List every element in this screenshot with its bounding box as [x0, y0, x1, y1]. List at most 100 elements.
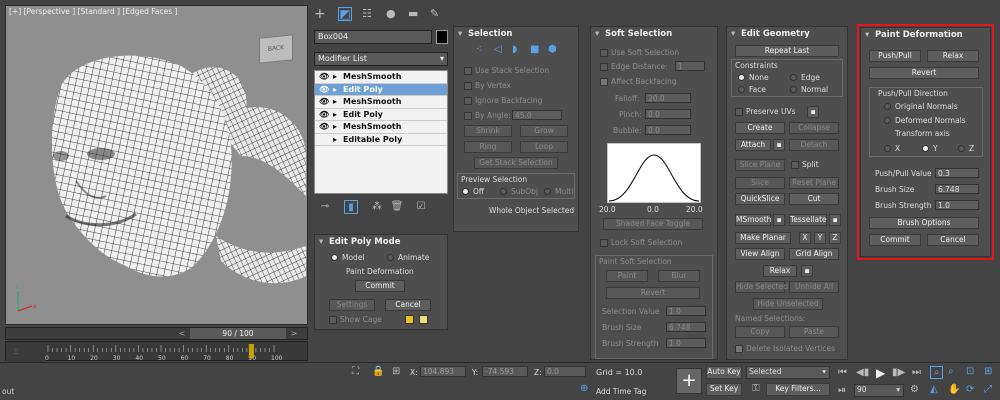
key-icon[interactable]: ⚿ — [752, 383, 760, 394]
edge-icon[interactable]: ◁ — [494, 44, 502, 55]
edit-poly-mode-title[interactable]: Edit Poly Mode — [315, 235, 447, 249]
expand-arrow-icon[interactable]: ▸ — [333, 121, 343, 133]
zoom-icon[interactable]: ⌕ — [930, 366, 943, 379]
time-cursor[interactable] — [248, 344, 254, 358]
by-angle-spinner[interactable]: 45.0 — [512, 110, 562, 120]
go-to-start-icon[interactable]: ⏮ — [838, 367, 847, 378]
relax-paint-button[interactable]: Relax — [927, 50, 979, 62]
push-pull-button[interactable]: Push/Pull — [869, 50, 921, 62]
absolute-mode-icon[interactable]: ⊞ — [392, 366, 400, 377]
element-icon[interactable]: ⬢ — [548, 44, 557, 55]
prev-frame-icon[interactable]: < — [176, 328, 188, 339]
modifier-stack-item[interactable]: 👁 ▸ Edit Poly — [315, 109, 447, 121]
create-icon[interactable]: + — [314, 6, 326, 22]
relax-geometry-button[interactable]: Relax — [763, 265, 797, 277]
collapse-button[interactable]: Collapse — [789, 122, 839, 134]
lock-soft-selection-checkbox[interactable] — [600, 239, 608, 247]
maximize-viewport-icon[interactable]: ⤢ — [984, 384, 992, 395]
eye-icon[interactable]: 👁 — [319, 96, 333, 108]
border-icon[interactable]: ◗ — [512, 44, 517, 55]
trackbar[interactable]: ⫶⫶ 0 10 20 30 40 50 60 70 80 90 100 — [5, 341, 308, 362]
affect-backfacing-checkbox[interactable] — [600, 78, 608, 86]
z-coord-field[interactable]: 0.0 — [544, 366, 586, 377]
edit-geometry-title[interactable]: Edit Geometry — [727, 27, 847, 41]
constraint-normal-radio[interactable] — [790, 86, 797, 93]
soft-brush-size-spinner[interactable]: 6.748 — [666, 322, 706, 332]
planar-z-button[interactable]: Z — [829, 232, 841, 244]
x-coord-field[interactable]: 104.893 — [420, 366, 466, 377]
brush-options-button[interactable]: Brush Options — [869, 217, 979, 229]
preserve-uvs-settings-icon[interactable]: ▪ — [807, 106, 819, 118]
polygon-icon[interactable]: ■ — [530, 44, 539, 55]
use-stack-selection-checkbox[interactable] — [464, 67, 472, 75]
unhide-all-button[interactable]: Unhide All — [789, 281, 839, 293]
edge-distance-spinner[interactable]: 1 — [675, 61, 705, 71]
expand-arrow-icon[interactable]: ▸ — [333, 109, 343, 121]
preview-subobj-radio[interactable] — [500, 188, 507, 195]
revert-paint-button[interactable]: Revert — [869, 67, 979, 79]
set-key-button[interactable]: Set Key — [706, 383, 742, 396]
configure-sets-icon[interactable]: ☑ — [414, 200, 428, 214]
pan-view-icon[interactable]: ✋ — [948, 384, 960, 395]
hide-unselected-button[interactable]: Hide Unselected — [753, 298, 823, 310]
falloff-spinner[interactable]: 20.0 — [645, 93, 691, 103]
cancel-paint-button[interactable]: Cancel — [927, 234, 979, 246]
preview-multi-radio[interactable] — [544, 188, 551, 195]
cage-color-swatch-1[interactable] — [405, 315, 414, 324]
bubble-spinner[interactable]: 0.0 — [645, 125, 691, 135]
paint-brush-size-spinner[interactable]: 6.748 — [935, 184, 979, 194]
tessellate-button[interactable]: Tessellate — [789, 214, 827, 226]
loop-button[interactable]: Loop — [520, 141, 568, 153]
slice-button[interactable]: Slice — [735, 177, 785, 189]
selection-value-spinner[interactable]: 1.0 — [666, 306, 706, 316]
hierarchy-icon[interactable]: ☷ — [362, 7, 372, 20]
modifier-stack-item[interactable]: 👁 ▸ MeshSmooth — [315, 121, 447, 134]
next-frame-icon[interactable]: > — [288, 328, 300, 339]
utilities-icon[interactable]: ✎ — [430, 7, 439, 20]
show-end-result-icon[interactable]: ▮ — [344, 200, 358, 214]
eye-icon[interactable]: 👁 — [319, 109, 333, 121]
attach-settings-icon[interactable]: ▪ — [773, 139, 785, 151]
key-mode-toggle-icon[interactable]: ⏯ — [838, 385, 846, 396]
preserve-uvs-checkbox[interactable] — [735, 108, 743, 116]
expand-arrow-icon[interactable]: ▸ — [333, 84, 343, 96]
attach-button[interactable]: Attach — [735, 139, 771, 151]
grid-align-button[interactable]: Grid Align — [789, 248, 839, 260]
modifier-list-dropdown[interactable]: Modifier List ▾ — [314, 52, 448, 66]
get-stack-selection-button[interactable]: Get Stack Selection — [474, 157, 558, 169]
axis-x-radio[interactable] — [884, 145, 891, 152]
key-mode-dropdown[interactable]: Selected ▾ — [746, 366, 830, 379]
paint-brush-strength-spinner[interactable]: 1.0 — [935, 200, 979, 210]
shaded-face-toggle-button[interactable]: Shaded Face Toggle — [603, 218, 703, 230]
settings-button[interactable]: Settings — [329, 299, 375, 311]
relax-settings-icon[interactable]: ▪ — [801, 265, 813, 277]
quickslice-button[interactable]: QuickSlice — [735, 193, 785, 205]
remove-modifier-icon[interactable]: 🗑 — [390, 200, 404, 214]
delete-isolated-checkbox[interactable] — [735, 345, 743, 353]
detach-button[interactable]: Detach — [789, 139, 839, 151]
constraint-none-radio[interactable] — [738, 74, 745, 81]
go-to-end-icon[interactable]: ⏭ — [912, 367, 921, 378]
play-icon[interactable]: ▶ — [876, 366, 885, 380]
create-button[interactable]: Create — [735, 122, 785, 134]
edge-distance-checkbox[interactable] — [600, 63, 608, 71]
modifier-stack[interactable]: 👁 ▸ MeshSmooth 👁 ▸ Edit Poly 👁 ▸ MeshSmooth 👁 ▸ Edi… — [314, 70, 448, 194]
hide-selected-button[interactable]: Hide Selected — [735, 281, 788, 293]
isolate-selection-icon[interactable]: ⛶ — [352, 366, 359, 377]
field-of-view-icon[interactable]: ◭ — [930, 384, 938, 395]
slice-plane-button[interactable]: Slice Plane — [735, 159, 785, 171]
axis-z-radio[interactable] — [958, 145, 965, 152]
axis-y-radio[interactable] — [922, 145, 929, 152]
lock-selection-icon[interactable]: 🔒 — [372, 366, 384, 377]
modifier-stack-item[interactable]: 👁 ▸ MeshSmooth — [315, 71, 447, 84]
ring-button[interactable]: Ring — [464, 141, 512, 153]
grow-button[interactable]: Grow — [520, 125, 568, 137]
modifier-stack-item[interactable]: 👁 ▸ Edit Poly — [315, 83, 447, 96]
show-cage-checkbox[interactable] — [329, 316, 337, 324]
auto-key-button[interactable]: Auto Key — [706, 366, 742, 379]
preview-off-radio[interactable] — [462, 188, 469, 195]
planar-y-button[interactable]: Y — [814, 232, 826, 244]
time-slider[interactable]: < 90 / 100 > — [5, 327, 308, 340]
make-planar-button[interactable]: Make Planar — [735, 232, 791, 244]
eye-icon[interactable]: 👁 — [319, 71, 333, 83]
